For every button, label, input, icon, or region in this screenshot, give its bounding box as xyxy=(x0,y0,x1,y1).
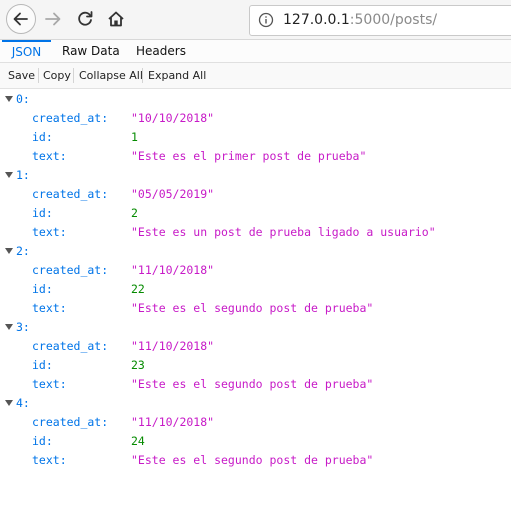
tree-node-row[interactable]: 2: xyxy=(0,242,511,261)
tree-field-row: created_at: "11/10/2018" xyxy=(0,261,511,280)
field-key: text: xyxy=(32,453,67,467)
url-bar[interactable]: 127.0.0.1:5000/posts/ xyxy=(249,5,511,36)
field-value: 22 xyxy=(131,282,145,296)
node-index: 4: xyxy=(16,396,30,410)
field-key: id: xyxy=(32,282,53,296)
viewer-tabs: JSON Raw Data Headers xyxy=(0,40,511,63)
back-button[interactable] xyxy=(6,4,36,34)
field-key: created_at: xyxy=(32,111,109,125)
info-icon[interactable] xyxy=(258,12,274,28)
field-key: created_at: xyxy=(32,415,109,429)
url-host: 127.0.0.1 xyxy=(283,12,350,28)
field-value: "Este es el segundo post de prueba" xyxy=(131,453,374,467)
tree-node-row[interactable]: 1: xyxy=(0,166,511,185)
field-key: text: xyxy=(32,225,67,239)
tree-field-row: text: "Este es el segundo post de prueba… xyxy=(0,299,511,318)
field-key: id: xyxy=(32,130,53,144)
field-key: id: xyxy=(32,434,53,448)
field-value: "10/10/2018" xyxy=(131,111,215,125)
reload-button[interactable] xyxy=(70,4,100,34)
field-value: "11/10/2018" xyxy=(131,339,215,353)
copy-button[interactable]: Copy xyxy=(39,66,75,85)
url-text: 127.0.0.1:5000/posts/ xyxy=(283,12,437,28)
field-value: 1 xyxy=(131,130,138,144)
field-value: "Este es un post de prueba ligado a usua… xyxy=(131,225,436,239)
home-button[interactable] xyxy=(101,4,131,34)
reload-icon xyxy=(78,11,93,26)
field-key: text: xyxy=(32,377,67,391)
tab-headers[interactable]: Headers xyxy=(128,40,194,62)
expand-triangle-icon[interactable] xyxy=(5,96,13,102)
node-index: 2: xyxy=(16,244,30,258)
collapse-all-button[interactable]: Collapse All xyxy=(75,66,147,85)
tab-raw-data[interactable]: Raw Data xyxy=(54,40,128,62)
browser-toolbar: 127.0.0.1:5000/posts/ xyxy=(0,0,511,40)
tree-field-row: id: 2 xyxy=(0,204,511,223)
tree-field-row: text: "Este es el segundo post de prueba… xyxy=(0,451,511,470)
field-key: id: xyxy=(32,206,53,220)
field-value: "11/10/2018" xyxy=(131,415,215,429)
tree-field-row: id: 23 xyxy=(0,356,511,375)
field-key: id: xyxy=(32,358,53,372)
tree-field-row: text: "Este es un post de prueba ligado … xyxy=(0,223,511,242)
node-index: 0: xyxy=(16,92,30,106)
field-value: "11/10/2018" xyxy=(131,263,215,277)
viewer-action-bar: Save Copy Collapse All Expand All xyxy=(0,63,511,89)
tree-field-row: text: "Este es el segundo post de prueba… xyxy=(0,375,511,394)
tree-node-row[interactable]: 0: xyxy=(0,90,511,109)
tab-json[interactable]: JSON xyxy=(2,40,51,62)
field-value: 2 xyxy=(131,206,138,220)
tree-field-row: id: 24 xyxy=(0,432,511,451)
tree-node-row[interactable]: 4: xyxy=(0,394,511,413)
divider xyxy=(142,68,143,83)
node-index: 1: xyxy=(16,168,30,182)
url-path: :5000/posts/ xyxy=(349,12,438,28)
divider xyxy=(73,68,74,83)
field-key: created_at: xyxy=(32,263,109,277)
save-button[interactable]: Save xyxy=(4,66,39,85)
forward-icon xyxy=(45,12,61,26)
field-key: created_at: xyxy=(32,187,109,201)
field-value: 24 xyxy=(131,434,145,448)
tree-field-row: id: 22 xyxy=(0,280,511,299)
back-icon xyxy=(13,12,28,26)
field-value: "Este es el segundo post de prueba" xyxy=(131,301,374,315)
forward-button[interactable] xyxy=(38,4,68,34)
tree-field-row: created_at: "10/10/2018" xyxy=(0,109,511,128)
field-key: created_at: xyxy=(32,339,109,353)
tree-field-row: id: 1 xyxy=(0,128,511,147)
field-value: "Este es el primer post de prueba" xyxy=(131,149,367,163)
tree-node-row[interactable]: 3: xyxy=(0,318,511,337)
field-value: "Este es el segundo post de prueba" xyxy=(131,377,374,391)
tree-field-row: text: "Este es el primer post de prueba" xyxy=(0,147,511,166)
expand-triangle-icon[interactable] xyxy=(5,172,13,178)
json-tree: 0: created_at: "10/10/2018" id: 1 text: … xyxy=(0,90,511,470)
field-key: text: xyxy=(32,149,67,163)
tree-field-row: created_at: "11/10/2018" xyxy=(0,337,511,356)
field-value: "05/05/2019" xyxy=(131,187,215,201)
tree-field-row: created_at: "11/10/2018" xyxy=(0,413,511,432)
tree-field-row: created_at: "05/05/2019" xyxy=(0,185,511,204)
node-index: 3: xyxy=(16,320,30,334)
expand-triangle-icon[interactable] xyxy=(5,248,13,254)
field-value: 23 xyxy=(131,358,145,372)
field-key: text: xyxy=(32,301,67,315)
home-icon xyxy=(108,11,124,27)
expand-triangle-icon[interactable] xyxy=(5,400,13,406)
expand-triangle-icon[interactable] xyxy=(5,324,13,330)
expand-all-button[interactable]: Expand All xyxy=(144,66,210,85)
